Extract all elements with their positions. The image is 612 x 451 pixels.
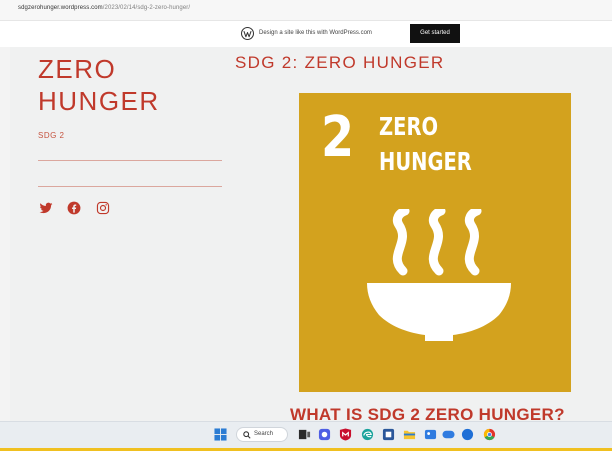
wordpress-logo-icon [241,27,254,40]
taskbar-search-box[interactable]: Search [236,427,288,442]
section-heading: WHAT IS SDG 2 ZERO HUNGER? [290,405,565,421]
mcafee-icon[interactable] [339,428,352,441]
site-tagline: SDG 2 [38,131,65,140]
url-text[interactable]: sdgzerohunger.wordpress.com/2023/02/14/s… [18,5,190,11]
photos-icon[interactable] [424,428,437,441]
chat-icon[interactable] [318,428,331,441]
browser-address-bar[interactable]: sdgzerohunger.wordpress.com/2023/02/14/s… [0,0,612,21]
twitter-icon[interactable] [39,201,53,215]
sdg-label-line1: ZERO [379,112,439,141]
url-host: sdgzerohunger.wordpress.com [18,5,103,11]
wordpress-promo-banner: Design a site like this with WordPress.c… [0,21,612,47]
badge-counter-icon[interactable] [442,428,455,441]
search-icon [243,431,251,439]
edge-icon[interactable] [361,428,374,441]
screen: sdgzerohunger.wordpress.com/2023/02/14/s… [0,0,612,451]
get-started-button[interactable]: Get started [410,24,460,43]
facebook-icon[interactable] [67,201,81,215]
steaming-bowl-icon [367,209,511,341]
site-title[interactable]: ZERO HUNGER [38,53,238,117]
windows-taskbar: Search [0,421,612,449]
search-label: Search [254,431,274,437]
mail-icon[interactable] [461,428,474,441]
divider [38,186,222,187]
divider [38,160,222,161]
wp-banner-text: Design a site like this with WordPress.c… [259,30,372,36]
page-content: ZERO HUNGER SDG 2 SDG 2: ZERO HUNGER 2 Z… [10,47,612,421]
folder-icon[interactable] [403,428,416,441]
chrome-icon[interactable] [483,428,496,441]
sdg-label-line2: HUNGER [379,147,472,176]
sdg2-tile-image: 2 ZERO HUNGER [299,93,571,392]
sdg-number: 2 [321,105,355,170]
url-path: /2023/02/14/sdg-2-zero-hunger/ [102,5,191,11]
windows-start-icon[interactable] [214,428,227,441]
post-title: SDG 2: ZERO HUNGER [235,53,445,72]
instagram-icon[interactable] [96,201,110,215]
word-icon[interactable] [382,428,395,441]
task-view-icon[interactable] [298,428,311,441]
